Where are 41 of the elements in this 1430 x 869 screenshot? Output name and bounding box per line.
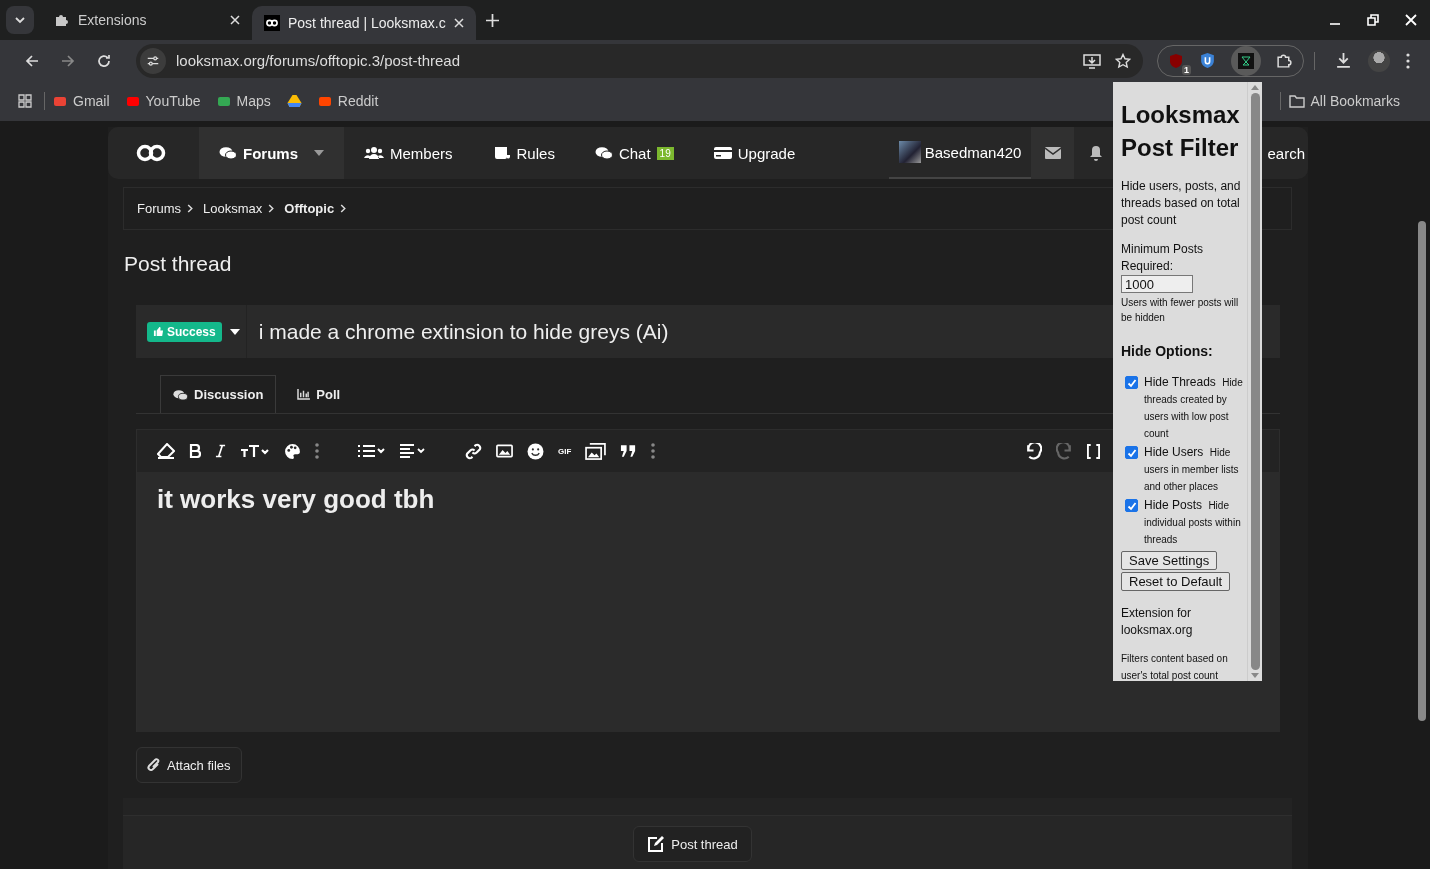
nav-tab[interactable]: Upgrade [693,127,816,179]
nav-tab[interactable]: Forums [199,127,344,179]
prefix-label: Success [147,321,222,342]
popup-description: Hide users, posts, and threads based on total post count [1121,178,1242,229]
editor-tab[interactable]: Discussion [160,375,277,413]
breadcrumb-link[interactable]: Looksmax [203,201,263,216]
popup-button[interactable]: Save Settings [1121,551,1218,570]
extension-badge: 1 [1182,64,1191,75]
post-thread-button[interactable]: Post thread [633,826,752,862]
option-text: Hide Posts Hide individual posts within threads [1144,497,1242,547]
bookmark-link[interactable]: Reddit [317,93,379,109]
options-heading: Hide Options: [1121,343,1214,359]
gif-button[interactable]: GIF [558,446,572,456]
bookmark-link[interactable]: YouTube [125,93,201,109]
option-text: Hide Threads Hide threads created by users with low post count [1144,374,1244,441]
minimum-posts-field[interactable]: 1000 [1121,275,1193,293]
browser-tab[interactable]: Post thread | Looksmax.c [252,6,476,40]
all-bookmarks-link[interactable]: All Bookmarks [1288,93,1400,109]
editor-tab[interactable]: Poll [284,375,354,413]
address-bar[interactable]: looksmax.org/forums/offtopic.3/post-thread [136,43,1143,78]
browser-tab[interactable]: Extensions [42,0,252,40]
tab-title: Extensions [78,12,148,28]
page-title: Post thread [124,252,232,276]
nav-tab[interactable]: Rules [472,127,575,179]
breadcrumb-link[interactable]: Forums [137,201,182,216]
minimum-posts-label: Minimum Posts Required: [1121,241,1204,275]
attach-files-button[interactable]: Attach files [136,747,242,783]
title-field[interactable]: i made a chrome extinsion to hide greys (Ai) [246,319,669,344]
search-link[interactable]: earch [1267,144,1308,162]
nav-tab[interactable]: Members [344,127,473,179]
popup-footer: Extension for looksmax.org [1121,605,1247,639]
popup-footnote: Filters content based on user's total post count [1121,652,1229,681]
bookmark-link[interactable]: Maps [216,93,271,109]
breadcrumb-link[interactable]: Offtopic [284,201,335,216]
bookmark-link[interactable]: Gmail [53,93,110,109]
minimum-posts-hint: Users with fewer posts will be hidden [1121,296,1240,325]
chat-count-badge: 19 [656,146,674,160]
popup-button[interactable]: Reset to Default [1121,572,1231,591]
popup-title: Looksmax Post Filter [1121,100,1241,163]
tab-title: Post thread | Looksmax.c [288,15,446,31]
nav-tab[interactable]: Chat 19 [574,127,694,179]
